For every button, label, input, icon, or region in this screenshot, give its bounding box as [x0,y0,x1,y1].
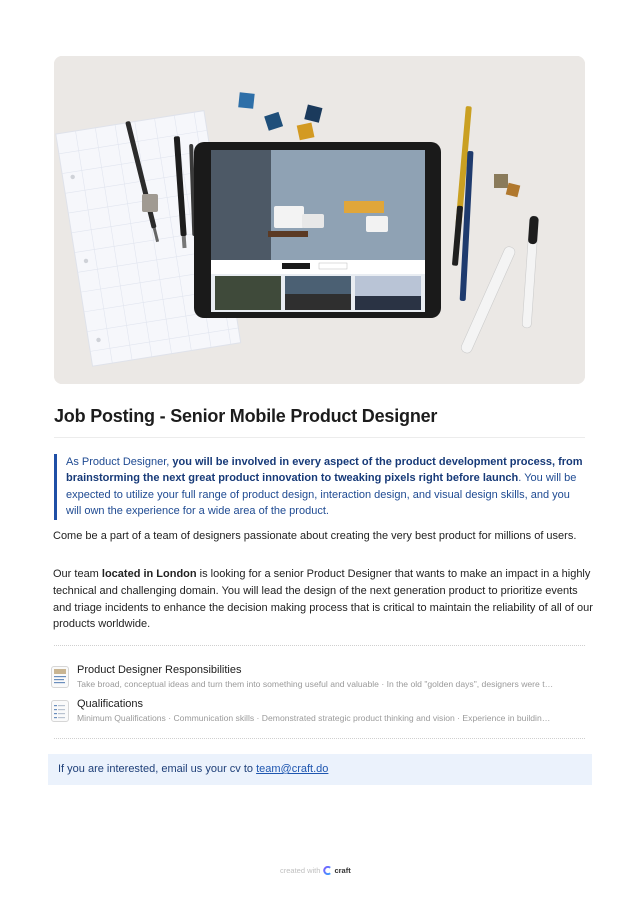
card-title: Qualifications [77,698,144,710]
section-divider [54,645,585,646]
email-link[interactable]: team@craft.do [256,763,328,775]
craft-icon [323,866,332,875]
intro-callout: As Product Designer, you will be involve… [54,454,585,520]
section-divider [54,738,585,739]
qualifications-card[interactable]: Qualifications Minimum Qualifications · … [49,698,589,728]
para2-pre: Our team [53,568,102,580]
card-title: Product Designer Responsibilities [77,664,242,676]
craft-logo: craft [323,866,351,875]
card-subtitle: Take broad, conceptual ideas and turn th… [77,679,554,689]
card-subtitle: Minimum Qualifications · Communication s… [77,713,551,723]
location-paragraph: Our team located in London is looking fo… [53,566,593,633]
contact-text: If you are interested, email us your cv … [58,763,257,775]
hero-image [54,56,585,384]
footer[interactable]: created with craft [280,866,351,875]
page-title: Job Posting - Senior Mobile Product Desi… [54,406,438,426]
responsibilities-card[interactable]: Product Designer Responsibilities Take b… [49,664,589,694]
para2-bold: located in London [101,568,197,580]
document-icon [51,700,69,722]
title-divider [54,437,585,438]
footer-brand: craft [334,866,351,875]
document-icon [51,666,69,688]
footer-created-with: created with [280,866,321,875]
contact-callout: If you are interested, email us your cv … [48,754,592,785]
callout-intro: As Product Designer, [66,456,173,468]
team-paragraph: Come be a part of a team of designers pa… [53,530,577,542]
